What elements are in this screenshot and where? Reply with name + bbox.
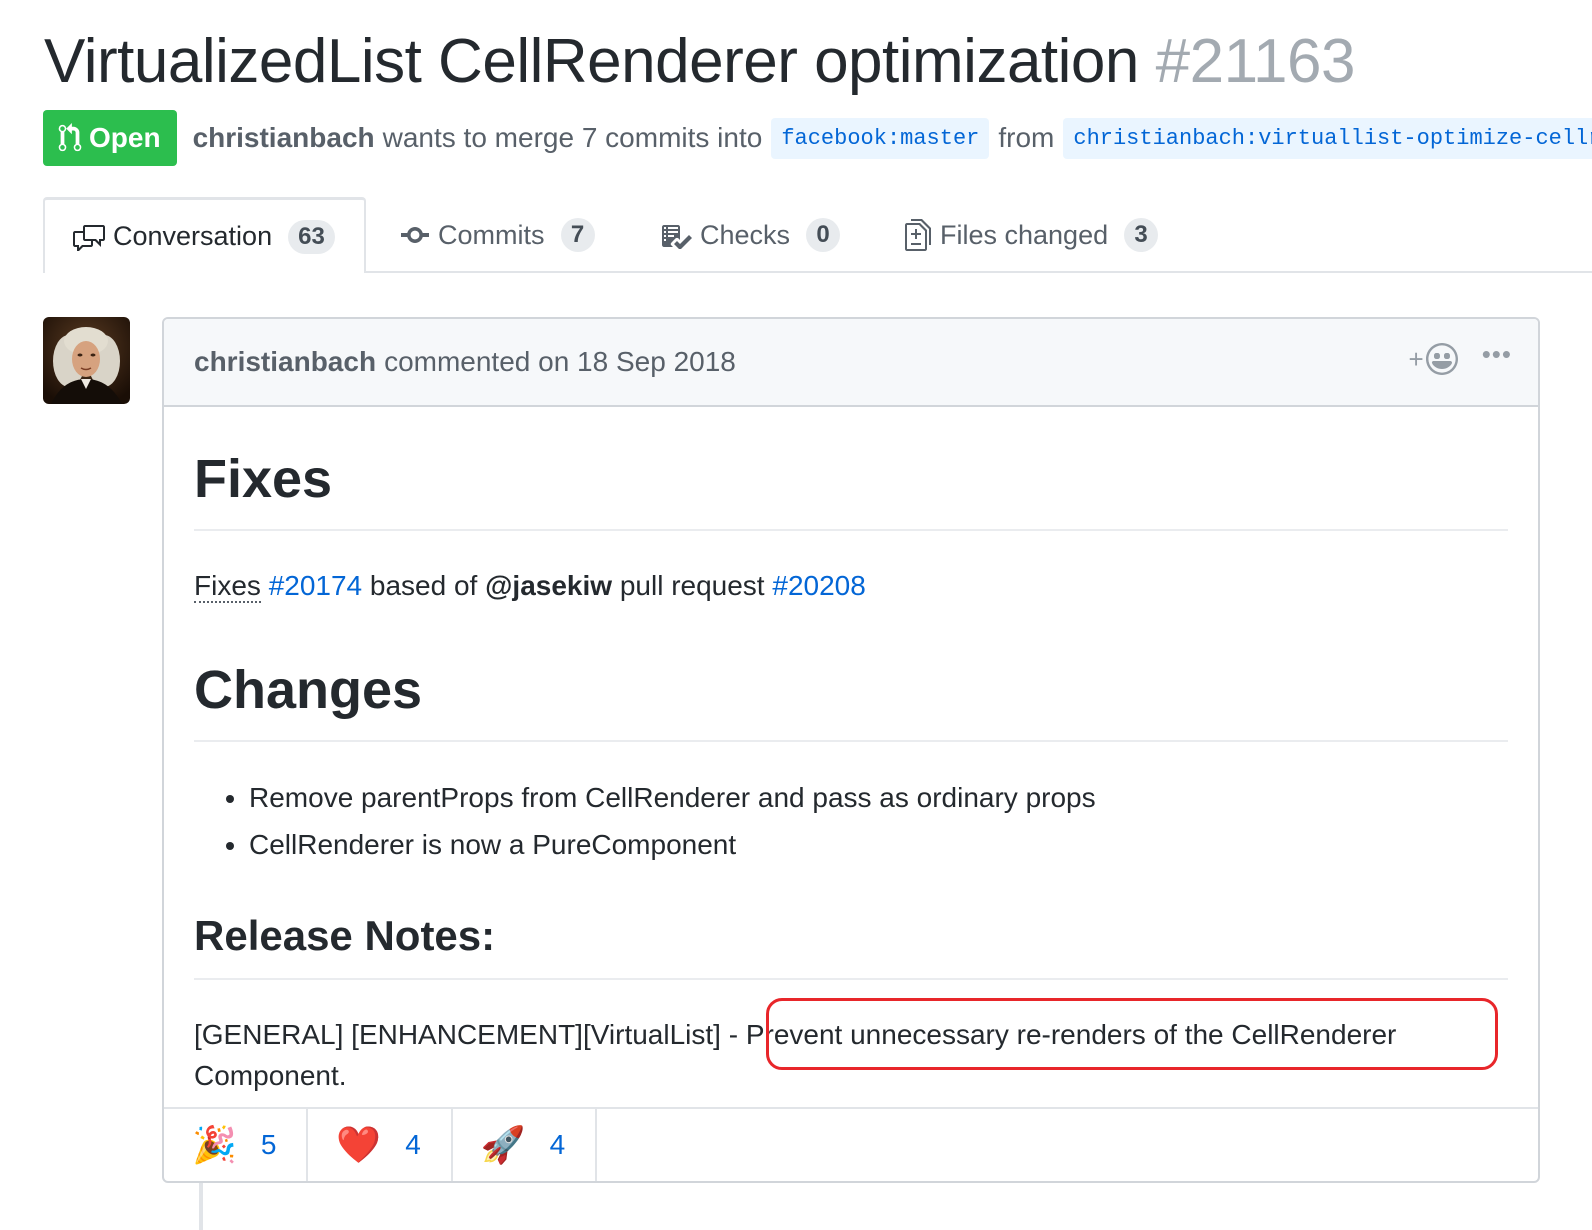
smiley-icon — [1425, 343, 1458, 375]
list-item: Remove parentProps from CellRenderer and… — [249, 774, 1508, 821]
checklist-icon — [660, 221, 692, 249]
heading-fixes: Fixes — [194, 407, 1508, 531]
file-diff-icon — [904, 219, 932, 251]
list-item: CellRenderer is now a PureComponent — [249, 821, 1508, 868]
add-reaction-button[interactable]: + — [1409, 343, 1458, 375]
fixes-text-2: pull request — [619, 570, 765, 601]
fixes-text: based of — [369, 570, 478, 601]
comment-timestamp[interactable]: commented on 18 Sep 2018 — [384, 346, 736, 378]
issue-link[interactable]: #20174 — [269, 570, 362, 601]
heart-icon: ❤️ — [336, 1124, 382, 1165]
pr-title-text: VirtualizedList CellRenderer optimizatio… — [44, 27, 1139, 96]
comment-discussion-icon — [73, 223, 105, 251]
comment-author-link[interactable]: christianbach — [194, 346, 376, 378]
user-mention[interactable]: @jasekiw — [485, 570, 612, 601]
reaction-rocket-button[interactable]: 🚀 4 — [453, 1109, 598, 1181]
pr-meta: Open christianbach wants to merge 7 comm… — [43, 110, 1592, 166]
reaction-count: 4 — [405, 1129, 421, 1160]
tab-checks[interactable]: Checks 0 — [660, 197, 841, 273]
comment-card: christianbach commented on 18 Sep 2018 +… — [162, 317, 1540, 1183]
reaction-tada-button[interactable]: 🎉 5 — [164, 1109, 309, 1181]
reaction-count: 4 — [549, 1129, 566, 1160]
red-highlight-annotation — [766, 998, 1498, 1070]
tab-files-changed[interactable]: Files changed 3 — [904, 197, 1159, 273]
more-options-icon[interactable]: ••• — [1482, 341, 1512, 374]
comment-header: christianbach commented on 18 Sep 2018 +… — [164, 319, 1538, 407]
tab-counter: 63 — [288, 219, 335, 254]
head-branch[interactable]: christianbach:virtuallist-optimize-cellr — [1063, 117, 1592, 159]
rocket-icon: 🚀 — [480, 1124, 526, 1165]
state-badge: Open — [43, 110, 177, 166]
tab-label: Commits — [438, 219, 545, 250]
avatar[interactable] — [43, 317, 130, 404]
pr-link[interactable]: #20208 — [772, 570, 865, 601]
plus-icon: + — [1408, 343, 1424, 374]
tab-label: Checks — [700, 219, 791, 250]
reaction-heart-button[interactable]: ❤️ 4 — [308, 1109, 453, 1181]
pr-title: VirtualizedList CellRenderer optimizatio… — [44, 24, 1355, 100]
tab-label: Files changed — [940, 219, 1109, 250]
changes-list: Remove parentProps from CellRenderer and… — [194, 774, 1508, 868]
comment-actions: + ••• — [1409, 341, 1513, 375]
tab-conversation[interactable]: Conversation 63 — [43, 197, 366, 273]
avatar-portrait-image — [43, 317, 130, 404]
heading-changes: Changes — [194, 606, 1508, 742]
timeline-line — [199, 1183, 203, 1230]
merge-text: wants to merge 7 commits into — [382, 122, 763, 153]
git-commit-icon — [400, 225, 430, 245]
from-text: from — [998, 122, 1055, 153]
tab-counter: 7 — [560, 218, 595, 252]
heading-release-notes: Release Notes: — [194, 910, 1508, 980]
reactions-bar: 🎉 5 ❤️ 4 🚀 4 — [164, 1107, 1538, 1181]
pr-author-link[interactable]: christianbach — [193, 122, 375, 154]
pr-number: #21163 — [1155, 27, 1356, 96]
reaction-count: 5 — [260, 1129, 277, 1160]
tab-label: Conversation — [113, 221, 273, 251]
state-label: Open — [89, 122, 161, 153]
base-branch[interactable]: facebook:master — [771, 117, 990, 159]
fixes-paragraph: Fixes #20174 based of @jasekiw pull requ… — [194, 565, 1508, 606]
tada-icon: 🎉 — [192, 1124, 237, 1165]
release-notes-block: [GENERAL] [ENHANCEMENT][VirtualList] - P… — [194, 998, 1508, 1096]
comment-body: Fixes Fixes #20174 based of @jasekiw pul… — [164, 407, 1538, 1096]
tab-counter: 0 — [806, 218, 841, 252]
fixes-keyword: Fixes — [194, 570, 261, 603]
git-pull-request-icon — [58, 123, 82, 152]
tab-counter: 3 — [1124, 218, 1159, 252]
tab-commits[interactable]: Commits 7 — [400, 197, 595, 273]
